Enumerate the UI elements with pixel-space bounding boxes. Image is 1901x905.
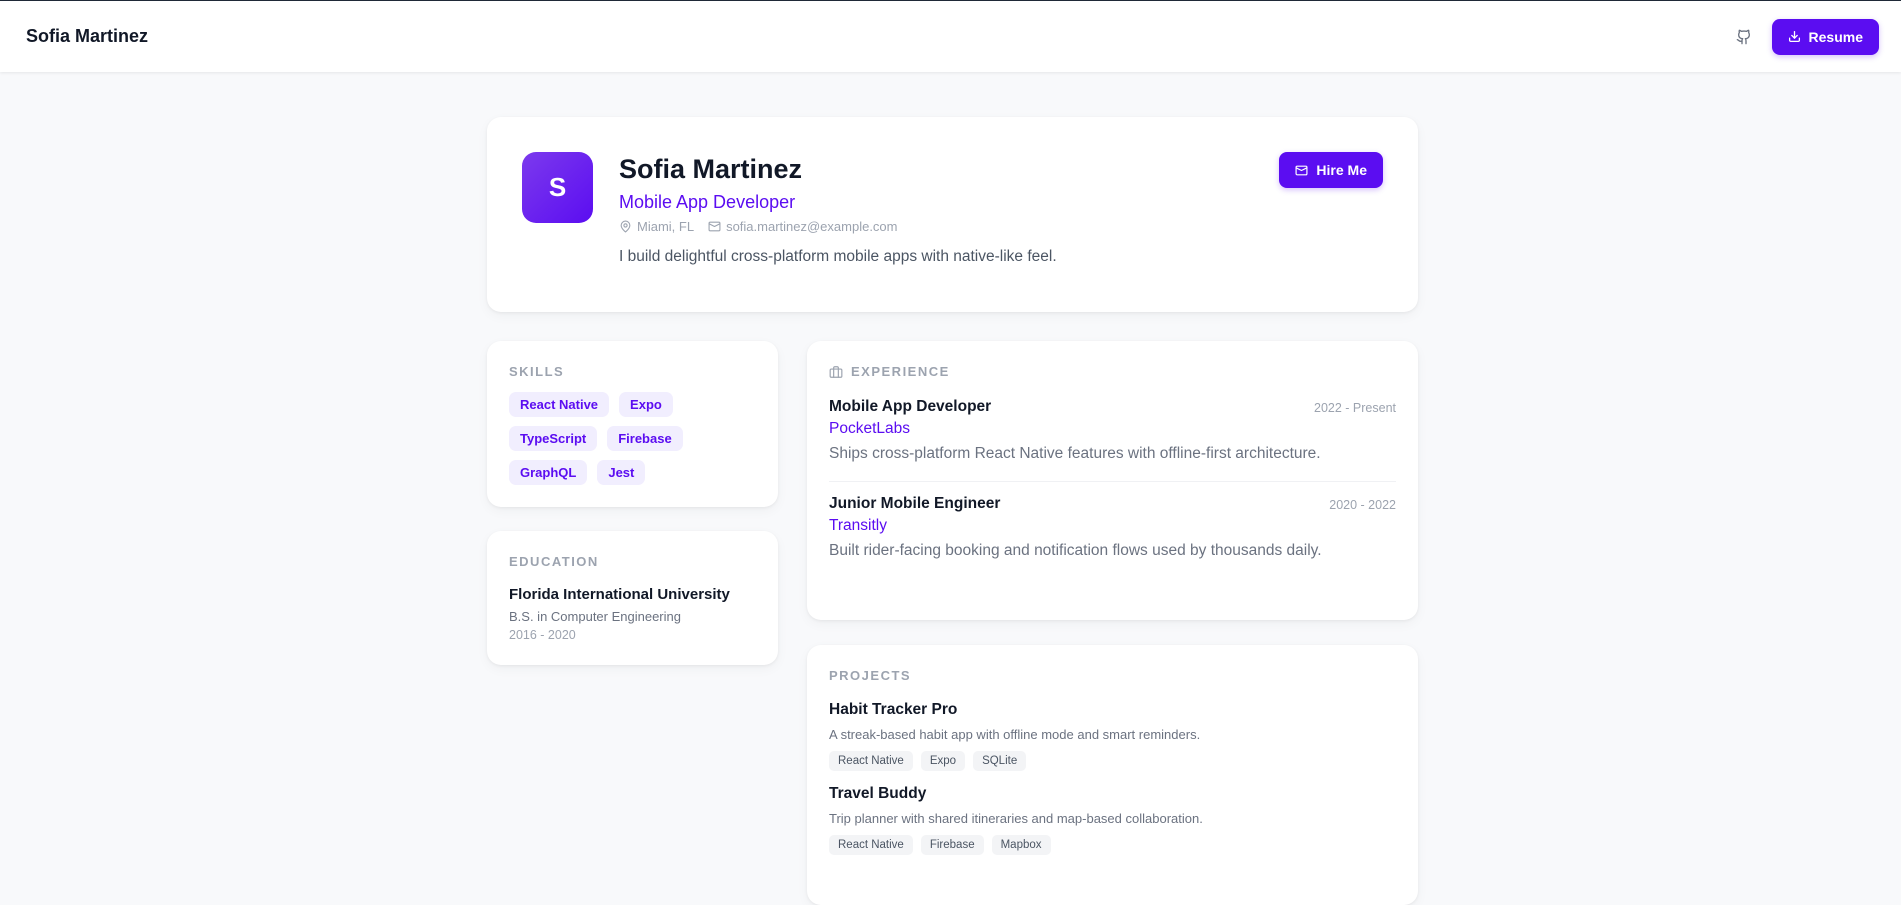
education-years: 2016 - 2020	[509, 628, 576, 642]
project-name: Travel Buddy	[829, 785, 927, 802]
experience-header: EXPERIENCE	[829, 364, 1396, 379]
skills-list: React Native Expo TypeScript Firebase Gr…	[509, 392, 709, 485]
experience-dates: 2020 - 2022	[1329, 498, 1396, 512]
experience-item: Mobile App Developer 2022 - Present Pock…	[829, 379, 1396, 482]
experience-role: Mobile App Developer	[829, 398, 992, 415]
projects-card: PROJECTS Habit Tracker Pro A streak-base…	[807, 645, 1418, 905]
skills-title: SKILLS	[509, 364, 565, 379]
profile-name: Sofia Martinez	[619, 154, 803, 184]
profile-role: Mobile App Developer	[619, 192, 796, 212]
resume-button-label: Resume	[1808, 28, 1863, 45]
skill-chip: Jest	[597, 460, 646, 485]
location-text: Miami, FL	[637, 219, 695, 234]
project-tag: React Native	[829, 835, 913, 855]
github-icon[interactable]	[1730, 23, 1758, 51]
experience-role: Junior Mobile Engineer	[829, 495, 1001, 512]
navbar-actions: Resume	[1730, 18, 1879, 55]
location: Miami, FL	[619, 219, 694, 234]
projects-title: PROJECTS	[829, 668, 912, 683]
experience-description: Built rider-facing booking and notificat…	[829, 542, 1322, 559]
brand-name[interactable]: Sofia Martinez	[26, 26, 148, 47]
education-degree: B.S. in Computer Engineering	[509, 609, 681, 624]
profile-card: S Sofia Martinez Mobile App Developer Mi…	[487, 117, 1418, 312]
project-tag: Firebase	[920, 835, 984, 855]
education-title: EDUCATION	[509, 554, 599, 569]
skills-card: SKILLS React Native Expo TypeScript Fire…	[487, 341, 778, 507]
experience-title: EXPERIENCE	[851, 364, 950, 379]
education-card: EDUCATION Florida International Universi…	[487, 531, 778, 665]
top-navbar: Sofia Martinez Resume	[0, 0, 1901, 72]
resume-button[interactable]: Resume	[1771, 18, 1879, 55]
project-item: Travel Buddy Trip planner with shared it…	[829, 785, 1396, 855]
experience-item: Junior Mobile Engineer 2020 - 2022 Trans…	[829, 482, 1396, 578]
briefcase-icon	[829, 365, 843, 378]
map-pin-icon	[620, 220, 631, 233]
skill-chip: GraphQL	[509, 460, 588, 485]
email-text: sofia.martinez@example.com	[726, 219, 898, 234]
mail-icon	[1295, 165, 1308, 175]
profile-info: Sofia Martinez Mobile App Developer Miam…	[619, 153, 1057, 266]
project-tag: Expo	[920, 751, 966, 771]
project-description: A streak-based habit app with offline mo…	[829, 727, 1201, 742]
experience-description: Ships cross-platform React Native featur…	[829, 445, 1321, 462]
mail-icon	[708, 221, 721, 232]
project-name: Habit Tracker Pro	[829, 701, 958, 718]
profile-meta: Miami, FL sofia.martinez@example.com	[619, 219, 1057, 234]
project-item: Habit Tracker Pro A streak-based habit a…	[829, 701, 1396, 771]
download-icon	[1788, 30, 1800, 43]
skill-chip: TypeScript	[509, 426, 598, 451]
experience-dates: 2022 - Present	[1314, 401, 1396, 415]
skill-chip: React Native	[509, 392, 610, 417]
experience-card: EXPERIENCE Mobile App Developer 2022 - P…	[807, 341, 1418, 620]
project-tag: React Native	[829, 751, 913, 771]
education-school: Florida International University	[509, 586, 730, 603]
skill-chip: Firebase	[607, 426, 683, 451]
project-tag: Mapbox	[991, 835, 1051, 855]
project-tags: React Native Expo SQLite	[829, 751, 1396, 771]
project-tag: SQLite	[973, 751, 1027, 771]
project-description: Trip planner with shared itineraries and…	[829, 811, 1203, 826]
skill-chip: Expo	[619, 392, 673, 417]
project-tags: React Native Firebase Mapbox	[829, 835, 1396, 855]
experience-company: Transitly	[829, 517, 887, 534]
profile-bio: I build delightful cross-platform mobile…	[619, 248, 1057, 265]
hire-me-label: Hire Me	[1316, 162, 1367, 178]
email[interactable]: sofia.martinez@example.com	[708, 219, 898, 234]
hire-me-button[interactable]: Hire Me	[1279, 152, 1383, 188]
avatar: S	[522, 152, 593, 223]
experience-company: PocketLabs	[829, 420, 910, 437]
